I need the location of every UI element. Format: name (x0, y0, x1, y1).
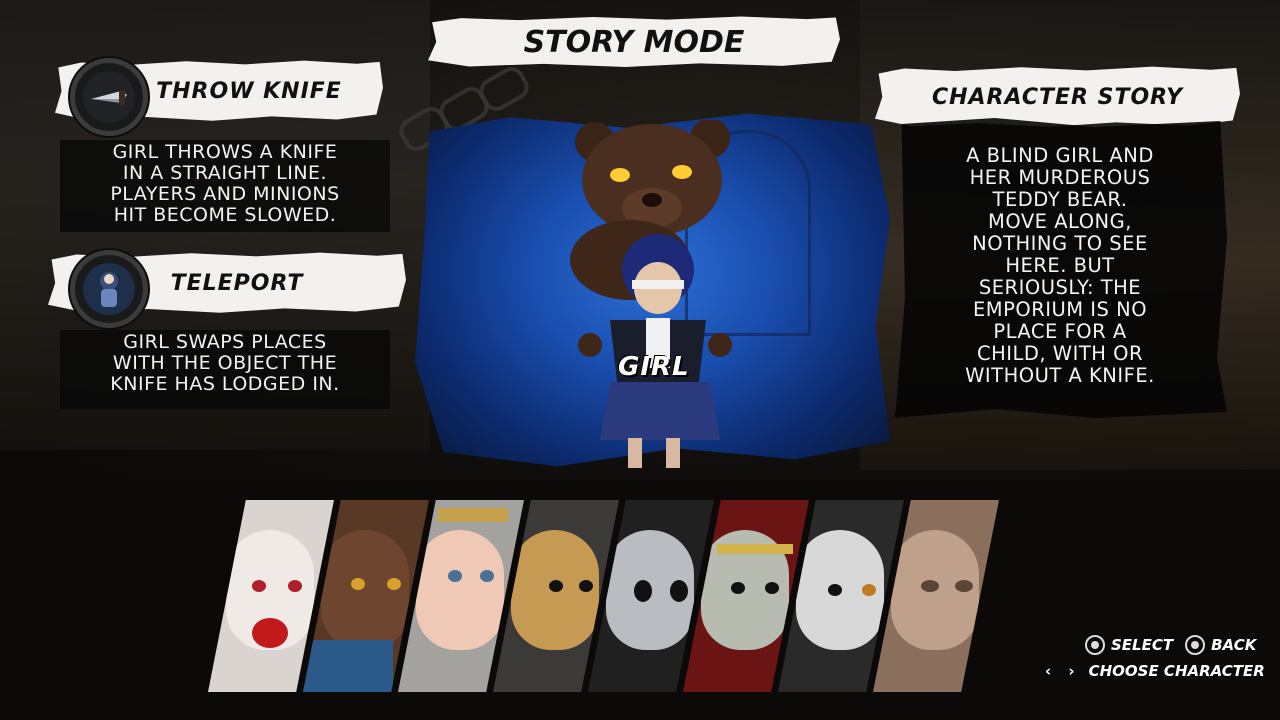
description-line: WITH THE OBJECT THE (112, 352, 338, 374)
character-portrait (570, 120, 732, 468)
doll-crown (438, 508, 508, 522)
back-button[interactable]: Back (1185, 635, 1256, 655)
character-roster (200, 500, 1050, 692)
ability-name: Throw Knife (156, 78, 342, 104)
story-line: HERE. BUT (1005, 254, 1115, 277)
story-line: WITHOUT A KNIFE. (965, 364, 1155, 387)
eye (549, 580, 563, 592)
clown-nose (252, 618, 288, 648)
greek-mask-band (717, 544, 793, 554)
description-line: HIT BECOME SLOWED. (113, 204, 337, 226)
eye (480, 570, 494, 582)
left-right-arrows-icon: ‹ › (1045, 662, 1081, 680)
teleport-icon (70, 250, 148, 328)
story-line: PLACE FOR A (993, 320, 1127, 343)
eye (921, 580, 939, 592)
description-line: IN A STRAIGHT LINE. (122, 162, 328, 184)
bear-shirt (303, 640, 393, 692)
description-line: GIRL SWAPS PLACES (123, 331, 327, 353)
controller-button-icon (1185, 635, 1206, 655)
eye (579, 580, 593, 592)
select-button[interactable]: Select (1085, 635, 1173, 655)
description-line: PLAYERS AND MINIONS (110, 183, 340, 205)
description-line: GIRL THROWS A KNIFE (112, 141, 338, 163)
story-line: EMPORIUM IS NO (972, 298, 1148, 321)
eye (634, 580, 652, 602)
select-label: Select (1111, 636, 1174, 654)
choose-character-hint[interactable]: ‹ › Choose Character (1045, 662, 1265, 680)
story-line: MOVE ALONG, (988, 210, 1132, 233)
story-line: HER MURDEROUS (969, 166, 1151, 189)
eye (670, 580, 688, 602)
back-label: Back (1211, 636, 1257, 654)
eye (288, 580, 302, 592)
page-title: Story Mode (523, 24, 745, 60)
choose-character-label: Choose Character (1088, 662, 1265, 680)
eye (955, 580, 973, 592)
ability-description-teleport: GIRL SWAPS PLACES WITH THE OBJECT THE KN… (60, 330, 390, 409)
story-line: SERIOUSLY: THE (978, 276, 1142, 299)
ability-description-throw-knife: GIRL THROWS A KNIFE IN A STRAIGHT LINE. … (60, 140, 390, 232)
bear-face (321, 530, 409, 650)
eye (765, 582, 779, 594)
controller-button-icon (1085, 635, 1105, 655)
control-hints: Select Back ‹ › Choose Character (1045, 632, 1265, 684)
eye (862, 584, 876, 596)
character-story-text: A BLIND GIRL AND HER MURDEROUS TEDDY BEA… (930, 145, 1190, 387)
story-line: NOTHING TO SEE (972, 232, 1148, 255)
ability-name: Teleport (170, 270, 304, 296)
eye (387, 578, 401, 590)
doll-face (416, 530, 504, 650)
eye (731, 582, 745, 594)
eye (828, 584, 842, 596)
page-title-banner: Story Mode (428, 16, 840, 67)
eye (448, 570, 462, 582)
description-line: KNIFE HAS LODGED IN. (110, 373, 340, 395)
story-line: CHILD, WITH OR (976, 342, 1143, 365)
knife-icon (70, 58, 148, 136)
story-line: TEDDY BEAR. (992, 188, 1128, 211)
story-line: A BLIND GIRL AND (966, 144, 1154, 167)
character-name: GIRL (618, 352, 690, 382)
character-story-heading: Character Story (931, 84, 1184, 110)
character-story-banner: Character Story (875, 66, 1240, 127)
eye (351, 578, 365, 590)
eye (252, 580, 266, 592)
